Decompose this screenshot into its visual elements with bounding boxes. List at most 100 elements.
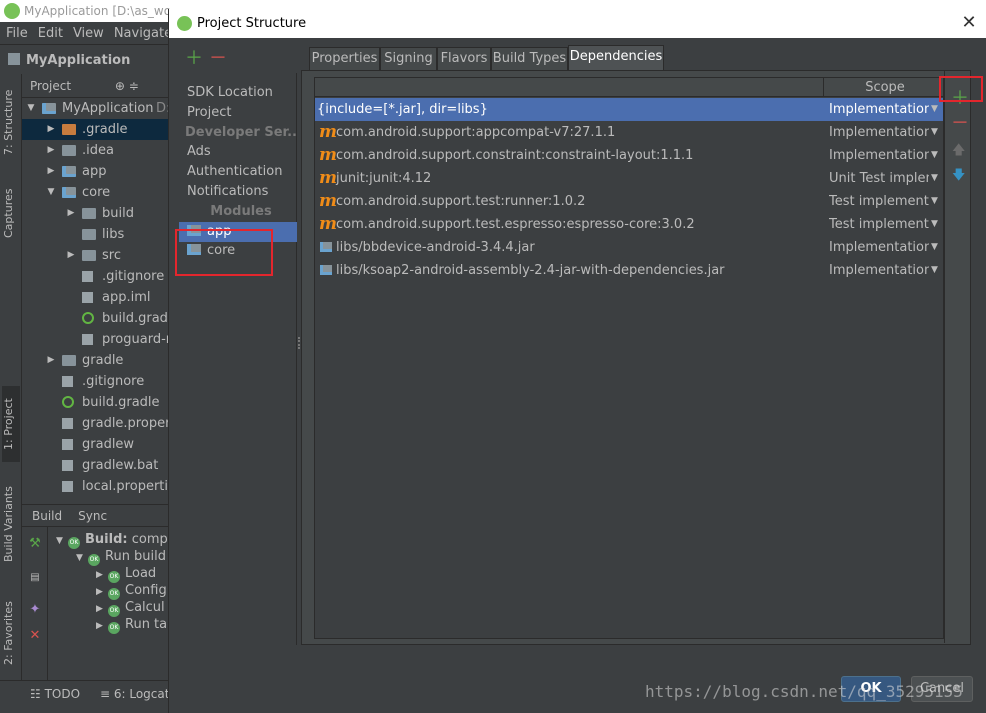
dependency-scope[interactable]: Test implementat... <box>829 190 929 213</box>
gear-icon[interactable]: ⊕ ≑ <box>115 79 139 93</box>
tree-item[interactable]: build.gradle <box>22 392 168 413</box>
dependency-row[interactable]: libs/bbdevice-android-3.4.4.jar Implement… <box>315 236 943 259</box>
dependency-scope[interactable]: Implementation <box>829 98 929 121</box>
tree-item[interactable]: ▶ gradle <box>22 350 168 371</box>
chevron-right-icon[interactable]: ▶ <box>96 618 108 635</box>
sidebar-item-authentication[interactable]: Authentication <box>179 162 297 182</box>
dependency-scope[interactable]: Implementation <box>829 236 929 259</box>
sidebar-item-notifications[interactable]: Notifications <box>179 182 297 202</box>
tab-dependencies[interactable]: Dependencies <box>568 45 664 71</box>
tree-item[interactable]: build.gradle <box>22 308 168 329</box>
chevron-right-icon[interactable]: ▶ <box>66 203 76 224</box>
chevron-down-icon[interactable]: ▼ <box>26 98 36 119</box>
tree-item[interactable]: ▶ app <box>22 161 168 182</box>
tree-item[interactable]: gradle.propert <box>22 413 168 434</box>
chevron-down-icon[interactable]: ▼ <box>931 144 938 167</box>
menu-file[interactable]: File <box>6 26 28 41</box>
dependency-scope[interactable]: Implementation <box>829 259 929 282</box>
dependency-scope[interactable]: Unit Test implem... <box>829 167 929 190</box>
build-tree-item[interactable]: ▼ OK Build: compl <box>56 531 168 550</box>
hammer-icon[interactable]: ⚒ <box>28 537 42 551</box>
tree-item[interactable]: gradlew.bat <box>22 455 168 476</box>
tree-item[interactable]: ▶ build <box>22 203 168 224</box>
add-module-button[interactable]: ＋ <box>185 49 203 69</box>
chevron-down-icon[interactable]: ▼ <box>931 98 938 121</box>
menu-edit[interactable]: Edit <box>38 26 63 41</box>
chevron-down-icon[interactable]: ▼ <box>46 182 56 203</box>
menu-navigate[interactable]: Navigate <box>114 26 168 41</box>
remove-module-button[interactable]: － <box>209 49 227 69</box>
chevron-right-icon[interactable]: ▶ <box>46 119 56 140</box>
dependency-row[interactable]: libs/ksoap2-android-assembly-2.4-jar-wit… <box>315 259 943 282</box>
chevron-down-icon[interactable]: ▼ <box>931 190 938 213</box>
project-view-selector[interactable]: Project <box>30 79 71 93</box>
dependency-row[interactable]: {include=[*.jar], dir=libs} Implementatio… <box>315 98 943 121</box>
sidebar-item-sdk-location[interactable]: SDK Location <box>179 83 297 103</box>
tool-tab-captures[interactable]: Captures <box>2 178 20 248</box>
chevron-down-icon[interactable]: ▼ <box>931 121 938 144</box>
remove-dependency-button[interactable]: － <box>951 115 969 133</box>
tab-flavors[interactable]: Flavors <box>437 47 491 71</box>
build-tree-item[interactable]: ▶ OK Config <box>96 582 167 600</box>
chevron-right-icon[interactable]: ▶ <box>46 161 56 182</box>
tree-item[interactable]: ▶ src <box>22 245 168 266</box>
tree-item[interactable]: ▼ MyApplicationD: <box>22 98 168 119</box>
dependency-scope[interactable]: Implementation <box>829 144 929 167</box>
build-tree-item[interactable]: ▼ OK Run build <box>76 548 166 567</box>
tree-item[interactable]: gradlew <box>22 434 168 455</box>
todo-tab[interactable]: ☷ TODO <box>30 687 80 701</box>
close-icon[interactable]: ✕ <box>957 9 981 38</box>
dependency-scope[interactable]: Test implementat... <box>829 213 929 236</box>
chevron-down-icon[interactable]: ▼ <box>931 236 938 259</box>
chevron-down-icon[interactable]: ▼ <box>931 167 938 190</box>
close-icon[interactable]: ✕ <box>28 629 42 643</box>
tree-item[interactable]: ▶ .idea <box>22 140 168 161</box>
tree-item[interactable]: local.propertie <box>22 476 168 497</box>
tab-sync[interactable]: Sync <box>78 509 107 523</box>
pin-icon[interactable]: ✦ <box>28 603 42 617</box>
tab-signing[interactable]: Signing <box>380 47 437 71</box>
tool-tab-project[interactable]: 1: Project <box>2 386 20 462</box>
toggle-view-icon[interactable]: ▤ <box>28 571 42 585</box>
dependency-row[interactable]: m com.android.support.test.espresso:espre… <box>315 213 943 236</box>
dependency-row[interactable]: m com.android.support.test:runner:1.0.2 Te… <box>315 190 943 213</box>
nav-project-name[interactable]: MyApplication <box>26 53 130 68</box>
ok-button[interactable]: OK <box>841 676 901 702</box>
chevron-down-icon[interactable]: ▼ <box>931 213 938 236</box>
tool-tab-build-variants[interactable]: Build Variants <box>2 478 20 570</box>
column-header-scope[interactable]: Scope <box>825 78 943 97</box>
tool-tab-favorites[interactable]: 2: Favorites <box>2 590 20 676</box>
tab-build-types[interactable]: Build Types <box>491 47 568 71</box>
tree-item[interactable]: app.iml <box>22 287 168 308</box>
tab-build[interactable]: Build <box>32 509 62 523</box>
cancel-button[interactable]: Cancel <box>911 676 973 702</box>
tree-item[interactable]: .gitignore <box>22 266 168 287</box>
chevron-right-icon[interactable]: ▶ <box>46 350 56 371</box>
dependency-scope[interactable]: Implementation <box>829 121 929 144</box>
build-tree-item[interactable]: ▶ OK Run ta <box>96 616 167 635</box>
move-down-icon[interactable]: 🡇 <box>952 166 965 188</box>
tab-properties[interactable]: Properties <box>309 47 380 71</box>
tree-item[interactable]: proguard-r <box>22 329 168 350</box>
column-header-name[interactable] <box>315 78 824 97</box>
chevron-right-icon[interactable]: ▶ <box>66 245 76 266</box>
chevron-down-icon[interactable]: ▼ <box>56 533 68 550</box>
dependency-row[interactable]: m com.android.support:appcompat-v7:27.1.1… <box>315 121 943 144</box>
tree-item[interactable]: ▼ core <box>22 182 168 203</box>
tree-item[interactable]: ▶ .gradle <box>22 119 168 140</box>
tree-item[interactable]: libs <box>22 224 168 245</box>
sidebar-item-ads[interactable]: Ads <box>179 142 297 162</box>
tree-item[interactable]: .gitignore <box>22 371 168 392</box>
chevron-down-icon[interactable]: ▼ <box>76 550 88 567</box>
build-tree-item[interactable]: ▶ OK Calcul <box>96 599 165 617</box>
logcat-tab[interactable]: ≡ 6: Logcat <box>100 687 168 701</box>
dependency-row[interactable]: m com.android.support.constraint:constrai… <box>315 144 943 167</box>
dependency-row[interactable]: mjunit:junit:4.12 Unit Test implem...▼ <box>315 167 943 190</box>
build-tree-item[interactable]: ▶ OK Load <box>96 565 156 583</box>
menu-view[interactable]: View <box>73 26 104 41</box>
move-up-icon[interactable]: 🡅 <box>952 141 965 163</box>
tool-tab-structure[interactable]: 7: Structure <box>2 82 20 162</box>
sidebar-item-project[interactable]: Project <box>179 103 297 123</box>
chevron-down-icon[interactable]: ▼ <box>931 259 938 282</box>
chevron-right-icon[interactable]: ▶ <box>46 140 56 161</box>
